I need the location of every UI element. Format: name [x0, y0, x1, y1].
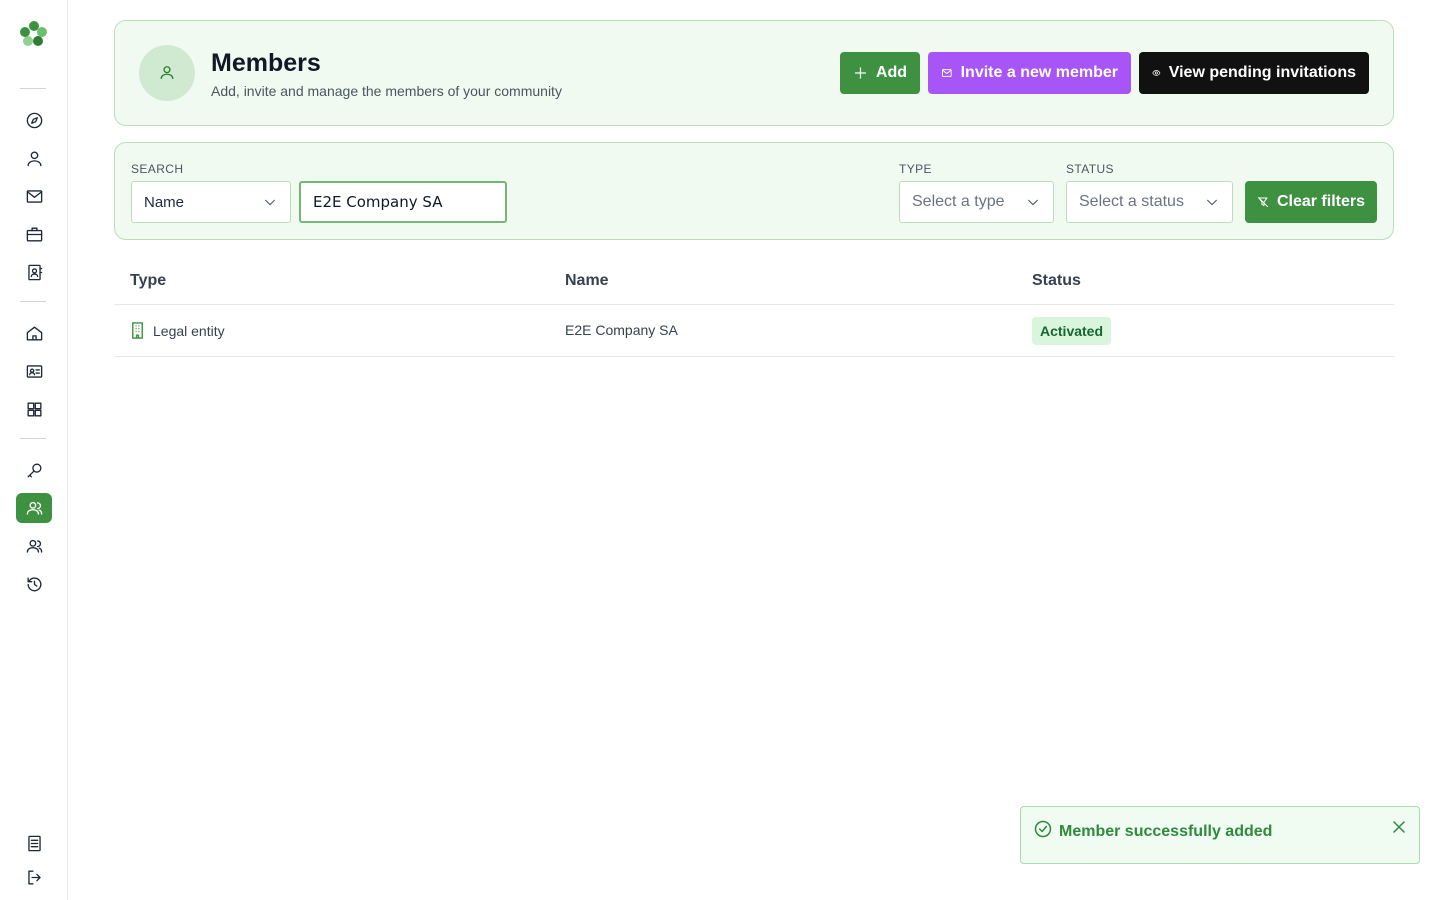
filter-bar: SEARCH Name TYPE Select a type STATUS Se…	[114, 142, 1394, 240]
add-button[interactable]: Add	[840, 52, 920, 94]
history-icon	[26, 576, 41, 591]
clear-filters-button[interactable]: Clear filters	[1245, 181, 1377, 223]
nav-documents[interactable]	[16, 828, 52, 858]
nav-jobs[interactable]	[16, 219, 52, 249]
nav-apps[interactable]	[16, 394, 52, 424]
type-select[interactable]: Select a type	[899, 181, 1054, 223]
avatar	[139, 45, 195, 101]
page-header: Members Add, invite and manage the membe…	[114, 20, 1394, 126]
row-type-label: Legal entity	[153, 322, 225, 339]
sidebar-divider	[20, 438, 46, 439]
type-label: TYPE	[899, 162, 932, 176]
chevron-down-icon	[1027, 199, 1039, 206]
search-field-select[interactable]: Name	[131, 181, 291, 223]
nav-messages[interactable]	[16, 181, 52, 211]
nav-directory[interactable]	[16, 257, 52, 287]
mail-icon	[26, 189, 42, 203]
group-icon	[26, 539, 42, 553]
status-select-placeholder: Select a status	[1079, 193, 1184, 210]
status-badge: Activated	[1032, 317, 1112, 345]
page-subtitle: Add, invite and manage the members of yo…	[211, 83, 562, 99]
members-icon	[26, 501, 42, 515]
row-type-cell: Legal entity	[130, 322, 225, 339]
building-icon	[132, 322, 143, 339]
row-name-cell: E2E Company SA	[565, 322, 678, 338]
success-toast: Member successfully added	[1020, 806, 1420, 864]
table-header: Type Name Status	[114, 258, 1394, 305]
column-header-status[interactable]: Status	[1032, 272, 1081, 290]
check-circle-icon	[1034, 820, 1052, 838]
briefcase-icon	[26, 226, 42, 242]
home-icon	[26, 325, 42, 341]
column-header-name[interactable]: Name	[565, 272, 609, 290]
nav-access[interactable]	[16, 455, 52, 485]
close-icon[interactable]	[1389, 817, 1409, 837]
status-select[interactable]: Select a status	[1066, 181, 1233, 223]
members-table: Type Name Status Legal entity E2E Compan…	[114, 258, 1394, 357]
page-title: Members	[211, 49, 321, 77]
toast-message: Member successfully added	[1059, 823, 1273, 840]
invite-member-label: Invite a new member	[960, 64, 1118, 81]
grid-icon	[26, 401, 42, 417]
chevron-down-icon	[264, 199, 276, 206]
nav-explore[interactable]	[16, 105, 52, 135]
clear-filters-label: Clear filters	[1276, 193, 1365, 210]
type-select-placeholder: Select a type	[912, 193, 1005, 210]
chevron-down-icon	[1206, 199, 1218, 206]
view-pending-label: View pending invitations	[1168, 64, 1356, 81]
column-header-type[interactable]: Type	[130, 272, 166, 290]
key-icon	[26, 462, 42, 478]
nav-profile[interactable]	[16, 143, 52, 173]
view-pending-invitations-button[interactable]: View pending invitations	[1139, 52, 1369, 94]
user-icon	[160, 66, 174, 79]
nav-history[interactable]	[16, 569, 52, 599]
add-button-label: Add	[875, 64, 907, 81]
nav-groups[interactable]	[16, 531, 52, 561]
document-icon	[27, 835, 41, 851]
compass-icon	[26, 112, 42, 128]
logo-icon	[20, 21, 47, 46]
id-card-icon	[26, 364, 42, 378]
nav-members[interactable]	[16, 493, 52, 523]
user-icon	[26, 150, 42, 166]
nav-id[interactable]	[16, 356, 52, 386]
status-label: STATUS	[1066, 162, 1114, 176]
sidebar-divider	[20, 301, 46, 302]
nav-home[interactable]	[16, 318, 52, 348]
sidebar-divider	[20, 88, 46, 89]
mail-icon	[941, 69, 952, 77]
search-input[interactable]	[299, 181, 507, 223]
table-row[interactable]: Legal entity E2E Company SA Activated	[114, 305, 1394, 357]
plus-icon	[854, 67, 867, 79]
contact-book-icon	[27, 264, 42, 280]
invite-member-button[interactable]: Invite a new member	[928, 52, 1131, 94]
logout-icon	[27, 869, 41, 885]
eye-icon	[1152, 70, 1161, 76]
search-label: SEARCH	[131, 162, 184, 176]
filter-off-icon	[1257, 197, 1268, 207]
sidebar	[0, 0, 68, 900]
nav-logout[interactable]	[16, 862, 52, 892]
search-field-value: Name	[144, 193, 185, 211]
